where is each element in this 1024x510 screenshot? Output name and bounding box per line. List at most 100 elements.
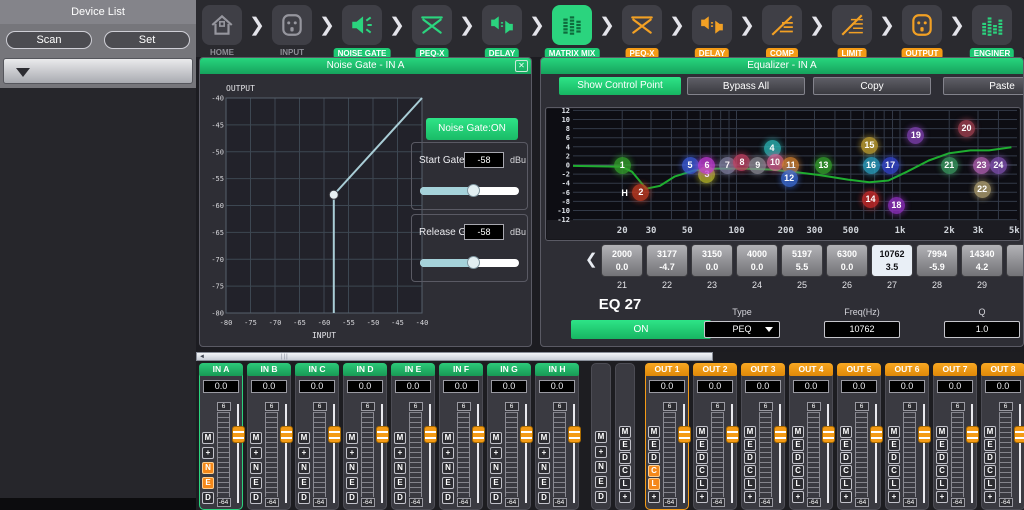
strip-button-plus[interactable]: + — [619, 491, 631, 503]
strip-button-L[interactable]: L — [744, 478, 756, 490]
strip-button-L[interactable]: L — [696, 478, 708, 490]
toolbar-item-comp[interactable]: COMP — [762, 5, 802, 45]
channel-gain-value[interactable]: 0.0 — [985, 380, 1021, 393]
strip-button-D[interactable]: D — [490, 492, 502, 504]
eq-control-point-15[interactable]: 15 — [861, 137, 878, 154]
fader-handle[interactable] — [520, 426, 533, 443]
close-icon[interactable]: ✕ — [515, 60, 528, 72]
strip-button-M[interactable]: M — [888, 426, 900, 438]
eq-control-point-23[interactable]: 23 — [973, 157, 990, 174]
strip-button-C[interactable]: C — [648, 465, 660, 477]
strip-button-C[interactable]: C — [984, 465, 996, 477]
fader-handle[interactable] — [232, 426, 245, 443]
strip-button-D[interactable]: D — [394, 492, 406, 504]
strip-button-C[interactable]: C — [840, 465, 852, 477]
strip-button-plus[interactable]: + — [840, 491, 852, 503]
strip-button-C[interactable]: C — [619, 465, 631, 477]
eq-control-point-10[interactable]: 10 — [767, 154, 784, 171]
strip-button-N[interactable]: N — [595, 461, 607, 473]
strip-button-M[interactable]: M — [442, 432, 454, 444]
channel-gain-value[interactable]: 0.0 — [841, 380, 877, 393]
strip-button-D[interactable]: D — [538, 492, 550, 504]
strip-button-D[interactable]: D — [619, 452, 631, 464]
channel-strip-out-4[interactable]: OUT 40.0MEDCL+6-64 — [789, 363, 833, 510]
fader-handle[interactable] — [472, 426, 485, 443]
strip-button-C[interactable]: C — [792, 465, 804, 477]
strip-button-E[interactable]: E — [346, 477, 358, 489]
band-cell-29[interactable]: 143404.229 — [961, 244, 1003, 290]
strip-button-E[interactable]: E — [619, 439, 631, 451]
band-cell-26[interactable]: 63000.026 — [826, 244, 868, 290]
strip-button-E[interactable]: E — [696, 439, 708, 451]
channel-strip-out-7[interactable]: OUT 70.0MEDCL+6-64 — [933, 363, 977, 510]
fader-handle[interactable] — [328, 426, 341, 443]
strip-button-E[interactable]: E — [792, 439, 804, 451]
eq-control-point-20[interactable]: 20 — [958, 120, 975, 137]
strip-button-E[interactable]: E — [394, 477, 406, 489]
fader-handle[interactable] — [726, 426, 739, 443]
channel-strip-in-b[interactable]: IN B0.0M+NED6-64 — [247, 363, 291, 510]
strip-button-E[interactable]: E — [490, 477, 502, 489]
strip-button-N[interactable]: N — [298, 462, 310, 474]
strip-button-plus[interactable]: + — [792, 491, 804, 503]
strip-button-N[interactable]: N — [538, 462, 550, 474]
strip-button-C[interactable]: C — [888, 465, 900, 477]
band-cell-22[interactable]: 3177-4.722 — [646, 244, 688, 290]
band-cell-25[interactable]: 51975.525 — [781, 244, 823, 290]
toolbar-item-delay-2[interactable]: DELAY — [692, 5, 732, 45]
strip-button-M[interactable]: M — [619, 426, 631, 438]
channel-gain-value[interactable]: 0.0 — [539, 380, 575, 393]
toolbar-item-output[interactable]: OUTPUT — [902, 5, 942, 45]
strip-button-D[interactable]: D — [346, 492, 358, 504]
strip-button-D[interactable]: D — [202, 492, 214, 504]
band-cell-27[interactable]: 107623.527 — [871, 244, 913, 290]
start-gate-value[interactable]: -58 — [464, 152, 504, 168]
channel-strip-in-h[interactable]: IN H0.0M+NED6-64 — [535, 363, 579, 510]
strip-button-E[interactable]: E — [744, 439, 756, 451]
strip-button-M[interactable]: M — [250, 432, 262, 444]
release-gate-slider-handle[interactable] — [467, 256, 480, 269]
show-control-point-button[interactable]: Show Control Point — [559, 77, 681, 95]
horizontal-scrollbar[interactable]: ◄ ||| — [196, 352, 713, 361]
strip-button-M[interactable]: M — [538, 432, 550, 444]
fader-handle[interactable] — [424, 426, 437, 443]
strip-button-D[interactable]: D — [298, 492, 310, 504]
strip-button-plus[interactable]: + — [394, 447, 406, 459]
strip-button-D[interactable]: D — [595, 491, 607, 503]
set-button[interactable]: Set — [104, 31, 190, 49]
eq-freq-field[interactable]: 10762 — [824, 321, 900, 338]
fader-handle[interactable] — [1014, 426, 1024, 443]
fader-handle[interactable] — [966, 426, 979, 443]
strip-button-plus[interactable]: + — [538, 447, 550, 459]
strip-button-N[interactable]: N — [346, 462, 358, 474]
strip-button-plus[interactable]: + — [250, 447, 262, 459]
strip-button-C[interactable]: C — [696, 465, 708, 477]
channel-gain-value[interactable]: 0.0 — [793, 380, 829, 393]
eq-control-point-16[interactable]: 16 — [863, 157, 880, 174]
toolbar-item-peq-x-2[interactable]: PEQ-X — [622, 5, 662, 45]
strip-button-E[interactable]: E — [888, 439, 900, 451]
toolbar-item-home[interactable]: HOME — [202, 5, 242, 45]
strip-button-D[interactable]: D — [936, 452, 948, 464]
strip-button-E[interactable]: E — [648, 439, 660, 451]
band-cell-21[interactable]: 20000.021 — [601, 244, 643, 290]
channel-gain-value[interactable]: 0.0 — [745, 380, 781, 393]
strip-button-N[interactable]: N — [202, 462, 214, 474]
eq-control-point-17[interactable]: 17 — [882, 157, 899, 174]
band-cell-23[interactable]: 31500.023 — [691, 244, 733, 290]
toolbar-item-input[interactable]: INPUT — [272, 5, 312, 45]
fader-handle[interactable] — [376, 426, 389, 443]
strip-button-M[interactable]: M — [840, 426, 852, 438]
band-cell-24[interactable]: 40000.024 — [736, 244, 778, 290]
channel-strip-out-1[interactable]: OUT 10.0MEDCL+6-64 — [645, 363, 689, 510]
strip-button-D[interactable]: D — [648, 452, 660, 464]
toolbar-item-limit[interactable]: LIMIT — [832, 5, 872, 45]
channel-gain-value[interactable]: 0.0 — [203, 380, 239, 393]
toolbar-item-enginer[interactable]: ENGINER — [972, 5, 1012, 45]
channel-strip-out-2[interactable]: OUT 20.0MEDCL+6-64 — [693, 363, 737, 510]
strip-button-N[interactable]: N — [250, 462, 262, 474]
fader-handle[interactable] — [918, 426, 931, 443]
strip-button-E[interactable]: E — [538, 477, 550, 489]
toolbar-item-noise-gate[interactable]: NOISE GATE — [342, 5, 382, 45]
channel-strip-in-d[interactable]: IN D0.0M+NED6-64 — [343, 363, 387, 510]
